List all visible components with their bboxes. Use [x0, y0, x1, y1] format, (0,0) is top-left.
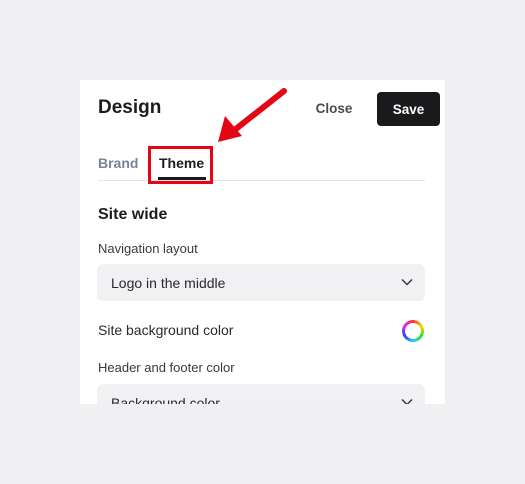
- navigation-layout-select[interactable]: Logo in the middle: [97, 264, 425, 301]
- highlight-box: [148, 146, 213, 184]
- header-footer-color-value: Background color: [111, 395, 220, 404]
- color-wheel-icon[interactable]: [402, 320, 424, 342]
- navigation-layout-label: Navigation layout: [98, 241, 198, 256]
- header-footer-color-label: Header and footer color: [98, 360, 235, 375]
- navigation-layout-value: Logo in the middle: [111, 275, 226, 291]
- annotation-arrow-icon: [218, 88, 287, 142]
- site-background-color-label: Site background color: [98, 322, 234, 338]
- chevron-down-icon: [401, 278, 413, 286]
- panel-title: Design: [98, 97, 162, 118]
- tab-brand[interactable]: Brand: [98, 155, 138, 171]
- chevron-down-icon: [401, 398, 413, 404]
- section-title: Site wide: [98, 206, 168, 223]
- save-button[interactable]: Save: [377, 92, 440, 126]
- close-button[interactable]: Close: [302, 96, 366, 120]
- header-footer-color-select[interactable]: Background color: [97, 384, 425, 404]
